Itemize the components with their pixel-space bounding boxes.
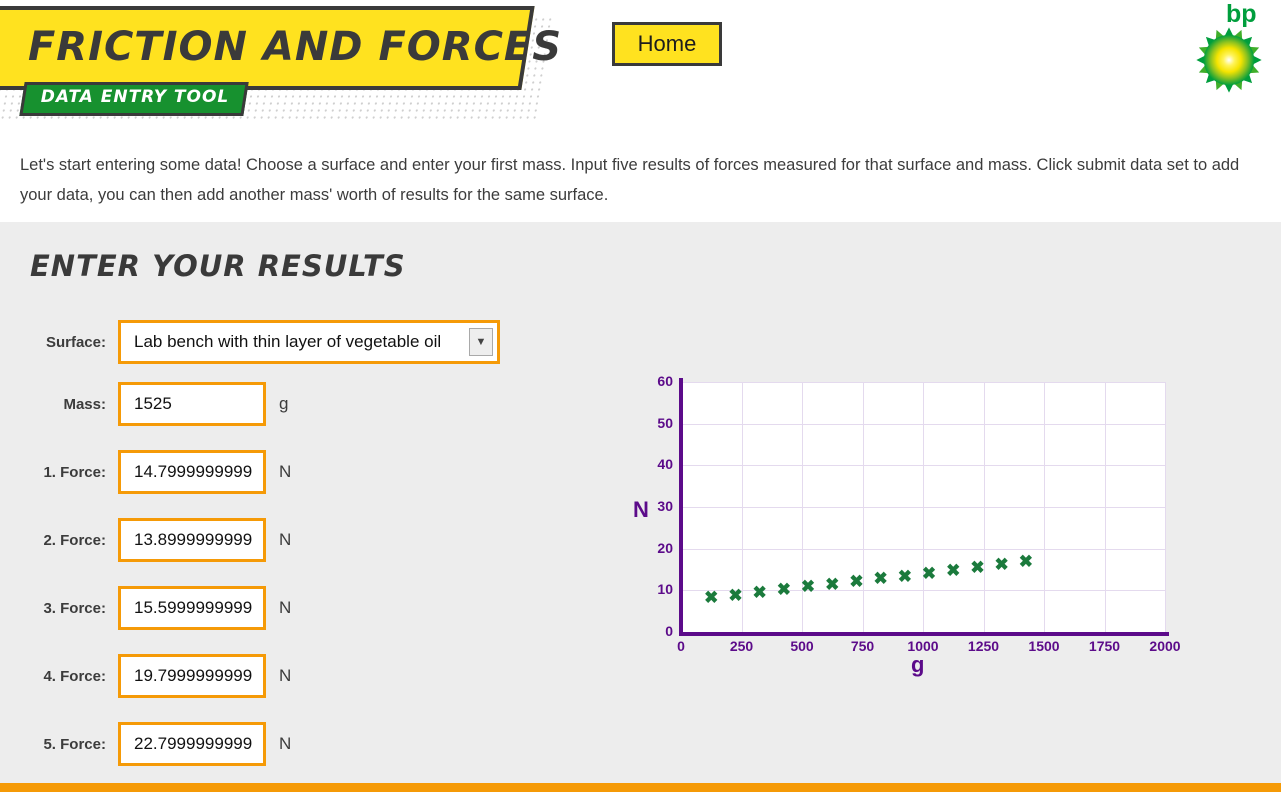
force-label-4: 4. Force: xyxy=(43,667,106,685)
chart-point: ✖ xyxy=(849,572,864,591)
gridline-vertical xyxy=(862,382,864,632)
y-tick-label: 10 xyxy=(657,581,673,598)
results-panel: Enter your results Surface: Lab bench wi… xyxy=(0,222,1281,783)
chart-point: ✖ xyxy=(1018,552,1033,572)
force-input-3[interactable]: 15.5999999999 xyxy=(118,586,266,630)
force-unit-1: N xyxy=(279,462,292,481)
x-tick-label: 1750 xyxy=(1088,638,1121,654)
chevron-down-icon[interactable]: ▼ xyxy=(469,328,493,356)
mass-unit: g xyxy=(279,394,289,413)
chart-y-axis xyxy=(679,378,683,636)
x-tick-label: 0 xyxy=(677,638,685,654)
x-tick-label: 250 xyxy=(729,638,754,654)
force-row-3: 3. Force: 15.5999999999 N xyxy=(0,586,291,630)
y-tick-label: 20 xyxy=(657,539,673,556)
y-tick-label: 60 xyxy=(657,373,673,389)
force-input-2[interactable]: 13.8999999999 xyxy=(118,518,266,562)
y-tick-label: 50 xyxy=(657,414,673,431)
mass-input[interactable]: 1525 xyxy=(118,382,266,426)
gridline-vertical xyxy=(983,382,985,632)
force-input-1[interactable]: 14.7999999999 xyxy=(118,450,266,494)
chart-x-axis-label: g xyxy=(911,652,925,677)
chart-point: ✖ xyxy=(970,558,985,578)
x-tick-label: 1000 xyxy=(907,638,939,654)
force-unit-5: N xyxy=(279,734,292,753)
chart-point: ✖ xyxy=(776,580,791,600)
x-tick-label: 1250 xyxy=(967,638,1000,654)
force-row-5: 5. Force: 22.7999999999 N xyxy=(0,722,291,766)
x-tick-label: 500 xyxy=(790,638,814,654)
force-row-1: 1. Force: 14.7999999999 N xyxy=(0,450,291,494)
surface-row: Surface: Lab bench with thin layer of ve… xyxy=(0,320,500,364)
surface-select-value: Lab bench with thin layer of vegetable o… xyxy=(134,332,442,351)
home-button[interactable]: Home xyxy=(612,22,722,66)
force-row-2: 2. Force: 13.8999999999 N xyxy=(0,518,291,562)
intro-text: Let's start entering some data! Choose a… xyxy=(20,156,1240,204)
chart-point: ✖ xyxy=(946,561,961,581)
chart-point: ✖ xyxy=(897,566,912,586)
x-tick-label: 2000 xyxy=(1149,638,1181,654)
app-root: Friction and Forces Data Entry Tool Home… xyxy=(0,0,1281,792)
force-input-5[interactable]: 22.7999999999 xyxy=(118,722,266,766)
results-chart: N g ✖ ✖ ✖ ✖ ✖ ✖ ✖ ✖ ✖ ✖ ✖ ✖ ✖ ✖ 0 10 20 30 40 50 60 0 250 500… xyxy=(633,373,1193,677)
chart-point: ✖ xyxy=(825,574,840,594)
chart-point: ✖ xyxy=(704,587,719,607)
bp-logo: bp xyxy=(1190,0,1280,93)
page-title: Friction and Forces xyxy=(27,24,563,70)
force-label-1: 1. Force: xyxy=(43,463,106,481)
chart-point: ✖ xyxy=(921,564,937,584)
chart-point: ✖ xyxy=(752,582,767,602)
mass-row: Mass: 1525 g xyxy=(0,382,288,426)
title-banner: Friction and Forces Data Entry Tool xyxy=(0,2,563,122)
page-subtitle: Data Entry Tool xyxy=(40,87,230,107)
bp-helios-icon xyxy=(1196,27,1262,93)
gridline-vertical xyxy=(1104,382,1106,632)
surface-label: Surface: xyxy=(45,333,106,351)
force-unit-3: N xyxy=(279,598,292,617)
force-unit-2: N xyxy=(279,530,292,549)
bottom-accent-bar xyxy=(0,783,1281,792)
force-unit-4: N xyxy=(279,666,292,685)
x-tick-label: 750 xyxy=(850,638,875,654)
bp-wordmark: bp xyxy=(1226,0,1257,28)
y-tick-label: 40 xyxy=(657,456,673,473)
force-label-3: 3. Force: xyxy=(43,599,106,617)
force-row-4: 4. Force: 19.7999999999 N xyxy=(0,654,291,698)
gridline-vertical xyxy=(1044,382,1045,632)
chart-x-axis xyxy=(679,632,1169,636)
mass-label: Mass: xyxy=(63,395,106,413)
surface-select[interactable]: Lab bench with thin layer of vegetable o… xyxy=(118,320,500,364)
force-input-4[interactable]: 19.7999999999 xyxy=(118,654,266,698)
chart-point: ✖ xyxy=(728,585,743,605)
chart-plot-area: ✖ ✖ ✖ ✖ ✖ ✖ ✖ ✖ ✖ ✖ ✖ ✖ ✖ ✖ xyxy=(681,382,1166,632)
y-tick-label: 0 xyxy=(665,623,673,639)
chart-point: ✖ xyxy=(994,555,1009,575)
gridline-vertical xyxy=(1165,382,1166,632)
y-tick-label: 30 xyxy=(657,498,673,514)
x-tick-label: 1500 xyxy=(1028,638,1060,654)
data-entry-form: Surface: Lab bench with thin layer of ve… xyxy=(0,222,560,783)
page-header: Friction and Forces Data Entry Tool Home… xyxy=(0,0,1281,128)
force-label-5: 5. Force: xyxy=(43,735,106,753)
chart-point: ✖ xyxy=(873,569,888,589)
chart-point: ✖ xyxy=(800,577,816,597)
force-label-2: 2. Force: xyxy=(43,531,106,549)
gridline-vertical xyxy=(923,382,924,632)
